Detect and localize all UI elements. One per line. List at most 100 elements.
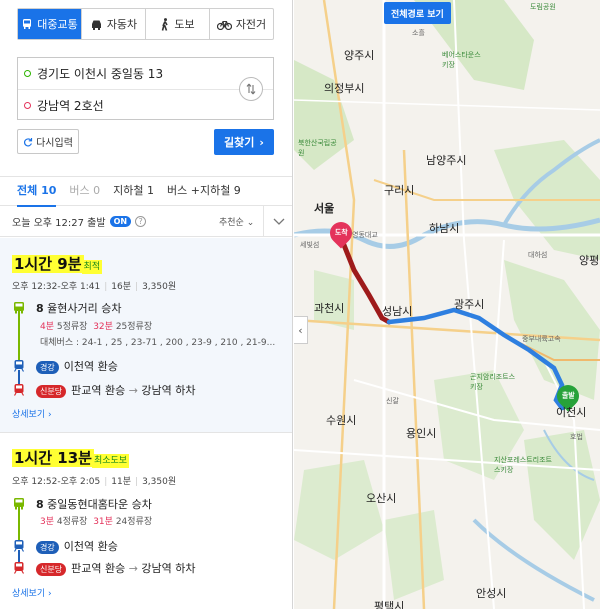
map-label-gwangju: 광주시 bbox=[454, 298, 485, 311]
mode-walk-label: 도보 bbox=[174, 18, 195, 31]
mode-car-tab[interactable]: 자동차 bbox=[81, 9, 145, 39]
map-label-yangpyeong: 양평 bbox=[579, 254, 600, 267]
route-map[interactable]: 전체경로 보기 ‹ 도착 출발 양주시 의정부시 남양주시 구리시 서울 하남시… bbox=[294, 0, 600, 609]
detail-link[interactable]: 상세보기 › bbox=[12, 586, 52, 599]
route-card[interactable]: 1시간 9분 최적 오후 12:32-오후 1:41 | 16분 | 3,350원 8 율… bbox=[0, 238, 292, 433]
map-label-yongin: 용인시 bbox=[406, 427, 437, 440]
detail-label: 상세보기 bbox=[12, 410, 46, 420]
bus-arrival-info: 3분 4정류장 31분 24정류장 bbox=[40, 514, 152, 527]
tab-bus[interactable]: 버스 0 bbox=[69, 176, 100, 206]
rail-leg-1: 경강 이천역 환승 bbox=[12, 538, 118, 554]
arrival-pin-label: 도착 bbox=[334, 229, 348, 238]
route-time-range: 오후 12:52-오후 2:05 bbox=[12, 477, 101, 487]
detail-link[interactable]: 상세보기 › bbox=[12, 407, 52, 420]
train-icon bbox=[12, 538, 26, 552]
map-label-sebitseom: 세빛섬 bbox=[300, 241, 320, 249]
map-label-gwacheon: 과천시 bbox=[314, 302, 345, 315]
map-label-bukhansan: 북한산국립공원 bbox=[298, 139, 337, 157]
view-full-route-label: 전체경로 보기 bbox=[391, 9, 444, 20]
map-label-namyangju: 남양주시 bbox=[426, 154, 467, 167]
bus-icon bbox=[12, 496, 26, 510]
bus-arrival-b: 31분 bbox=[93, 517, 113, 527]
transfer-text: 이천역 환승 bbox=[63, 540, 118, 553]
map-label-expressway: 중부내륙고속 bbox=[522, 335, 561, 343]
map-label-singal: 신갈 bbox=[386, 397, 399, 405]
arrow-right-icon: → bbox=[128, 384, 138, 397]
route-duration-text: 1시간 13분 bbox=[12, 449, 94, 467]
chevron-right-icon: › bbox=[259, 135, 264, 149]
alight-text: 강남역 하차 bbox=[141, 384, 196, 397]
bus-number: 8 bbox=[36, 498, 44, 511]
search-route-button[interactable]: 길찾기 › bbox=[214, 129, 274, 155]
departure-time-bar: 오늘 오후 12:27 출발 ON ? 추천순 ⌄ bbox=[0, 206, 292, 237]
map-label-yangju: 양주시 bbox=[344, 49, 375, 62]
car-icon bbox=[90, 19, 103, 30]
bus-arrival-a: 3분 bbox=[40, 517, 55, 527]
transfer-from: 판교역 환승 bbox=[71, 384, 126, 397]
detail-label: 상세보기 bbox=[12, 589, 46, 599]
tab-subway[interactable]: 지하철 1 bbox=[113, 176, 154, 206]
map-label-seoul: 서울 bbox=[314, 202, 335, 215]
origin-field[interactable]: 경기도 이천시 중일동 13 bbox=[18, 58, 273, 89]
sort-label: 추천순 bbox=[219, 217, 244, 228]
line-badge-gyeonggang: 경강 bbox=[36, 361, 59, 374]
alight-text: 강남역 하차 bbox=[141, 562, 196, 575]
bus-board-stop: 율현사거리 승차 bbox=[47, 302, 122, 315]
map-label-yeongdong-bridge: 영동대교 bbox=[352, 231, 378, 239]
map-label-seongnam: 성남시 bbox=[382, 305, 413, 318]
route-endpoints: 경기도 이천시 중일동 13 강남역 2호선 bbox=[17, 57, 274, 120]
bus-leg: 8 율현사거리 승차 bbox=[12, 300, 122, 316]
destination-field[interactable]: 강남역 2호선 bbox=[18, 89, 273, 120]
help-icon[interactable]: ? bbox=[135, 215, 147, 227]
swap-endpoints-button[interactable] bbox=[239, 77, 263, 101]
route-tag: 최소도보 bbox=[91, 454, 130, 468]
refresh-icon bbox=[24, 137, 33, 147]
departure-on-toggle[interactable]: ON bbox=[109, 215, 132, 227]
bus-arrival-b: 32분 bbox=[93, 322, 113, 332]
tab-bus-subway[interactable]: 버스 +지하철 9 bbox=[167, 176, 241, 206]
route-card[interactable]: 1시간 13분 최소도보 오후 12:52-오후 2:05 | 11분 | 3,350원 … bbox=[0, 434, 292, 609]
route-transfer-time: 16분 bbox=[111, 282, 132, 292]
bus-board-stop: 중일동현대홈타운 승차 bbox=[47, 498, 152, 511]
transfer-from: 판교역 환승 bbox=[71, 562, 126, 575]
map-label-anseong: 안성시 bbox=[476, 587, 507, 600]
map-label-jisan: 지산포레스트리조트스키장 bbox=[494, 456, 552, 474]
route-search-panel: 대중교통 자동차 도보 자전거 경기도 이천시 중일동 13 강남역 2호선 다… bbox=[0, 0, 293, 609]
map-label-uijeongbu: 의정부시 bbox=[324, 82, 365, 95]
mode-walk-tab[interactable]: 도보 bbox=[145, 9, 209, 39]
reset-label: 다시입력 bbox=[36, 138, 73, 149]
bus-stops-a: 4정류장 bbox=[56, 517, 88, 527]
map-label-soheul: 소흘 bbox=[412, 29, 425, 37]
bus-stops-a: 5정류장 bbox=[56, 322, 88, 332]
reset-button[interactable]: 다시입력 bbox=[17, 129, 79, 154]
departure-time-text[interactable]: 오늘 오후 12:27 출발 bbox=[12, 214, 106, 229]
map-label-icheon: 이천시 bbox=[556, 406, 587, 419]
route-tag: 최적 bbox=[81, 260, 103, 274]
mode-transit-label: 대중교통 bbox=[37, 18, 78, 31]
origin-dot-icon bbox=[24, 70, 31, 77]
route-meta: 오후 12:52-오후 2:05 | 11분 | 3,350원 bbox=[12, 477, 177, 487]
panel-collapse-button[interactable]: ‹ bbox=[294, 316, 308, 344]
mode-bicycle-tab[interactable]: 자전거 bbox=[209, 9, 273, 39]
rail-leg-2: 신분당 판교역 환승 → 강남역 하차 bbox=[12, 382, 196, 398]
map-label-osan: 오산시 bbox=[366, 492, 397, 505]
line-badge-shinbundang: 신분당 bbox=[36, 563, 67, 576]
map-label-suwon: 수원시 bbox=[326, 414, 357, 427]
chevron-left-icon: ‹ bbox=[298, 323, 303, 337]
map-label-bears-town: 베어스타운스키장 bbox=[442, 51, 481, 69]
train-icon bbox=[12, 358, 26, 372]
route-time-range: 오후 12:32-오후 1:41 bbox=[12, 282, 101, 292]
sort-select[interactable]: 추천순 ⌄ bbox=[219, 215, 254, 228]
line-badge-gyeonggang: 경강 bbox=[36, 541, 59, 554]
mode-transit-tab[interactable]: 대중교통 bbox=[18, 9, 81, 39]
tab-all[interactable]: 전체 10 bbox=[17, 176, 57, 207]
mode-bicycle-label: 자전거 bbox=[235, 18, 267, 31]
destination-text: 강남역 2호선 bbox=[37, 98, 104, 113]
bicycle-icon bbox=[216, 19, 232, 30]
view-full-route-button[interactable]: 전체경로 보기 bbox=[384, 2, 451, 24]
route-filter-tabs: 전체 10 버스 0 지하철 1 버스 +지하철 9 bbox=[0, 176, 292, 207]
train-icon bbox=[12, 382, 26, 396]
collapse-options-button[interactable] bbox=[263, 206, 292, 237]
line-badge-shinbundang: 신분당 bbox=[36, 385, 67, 398]
bus-number: 8 bbox=[36, 302, 44, 315]
